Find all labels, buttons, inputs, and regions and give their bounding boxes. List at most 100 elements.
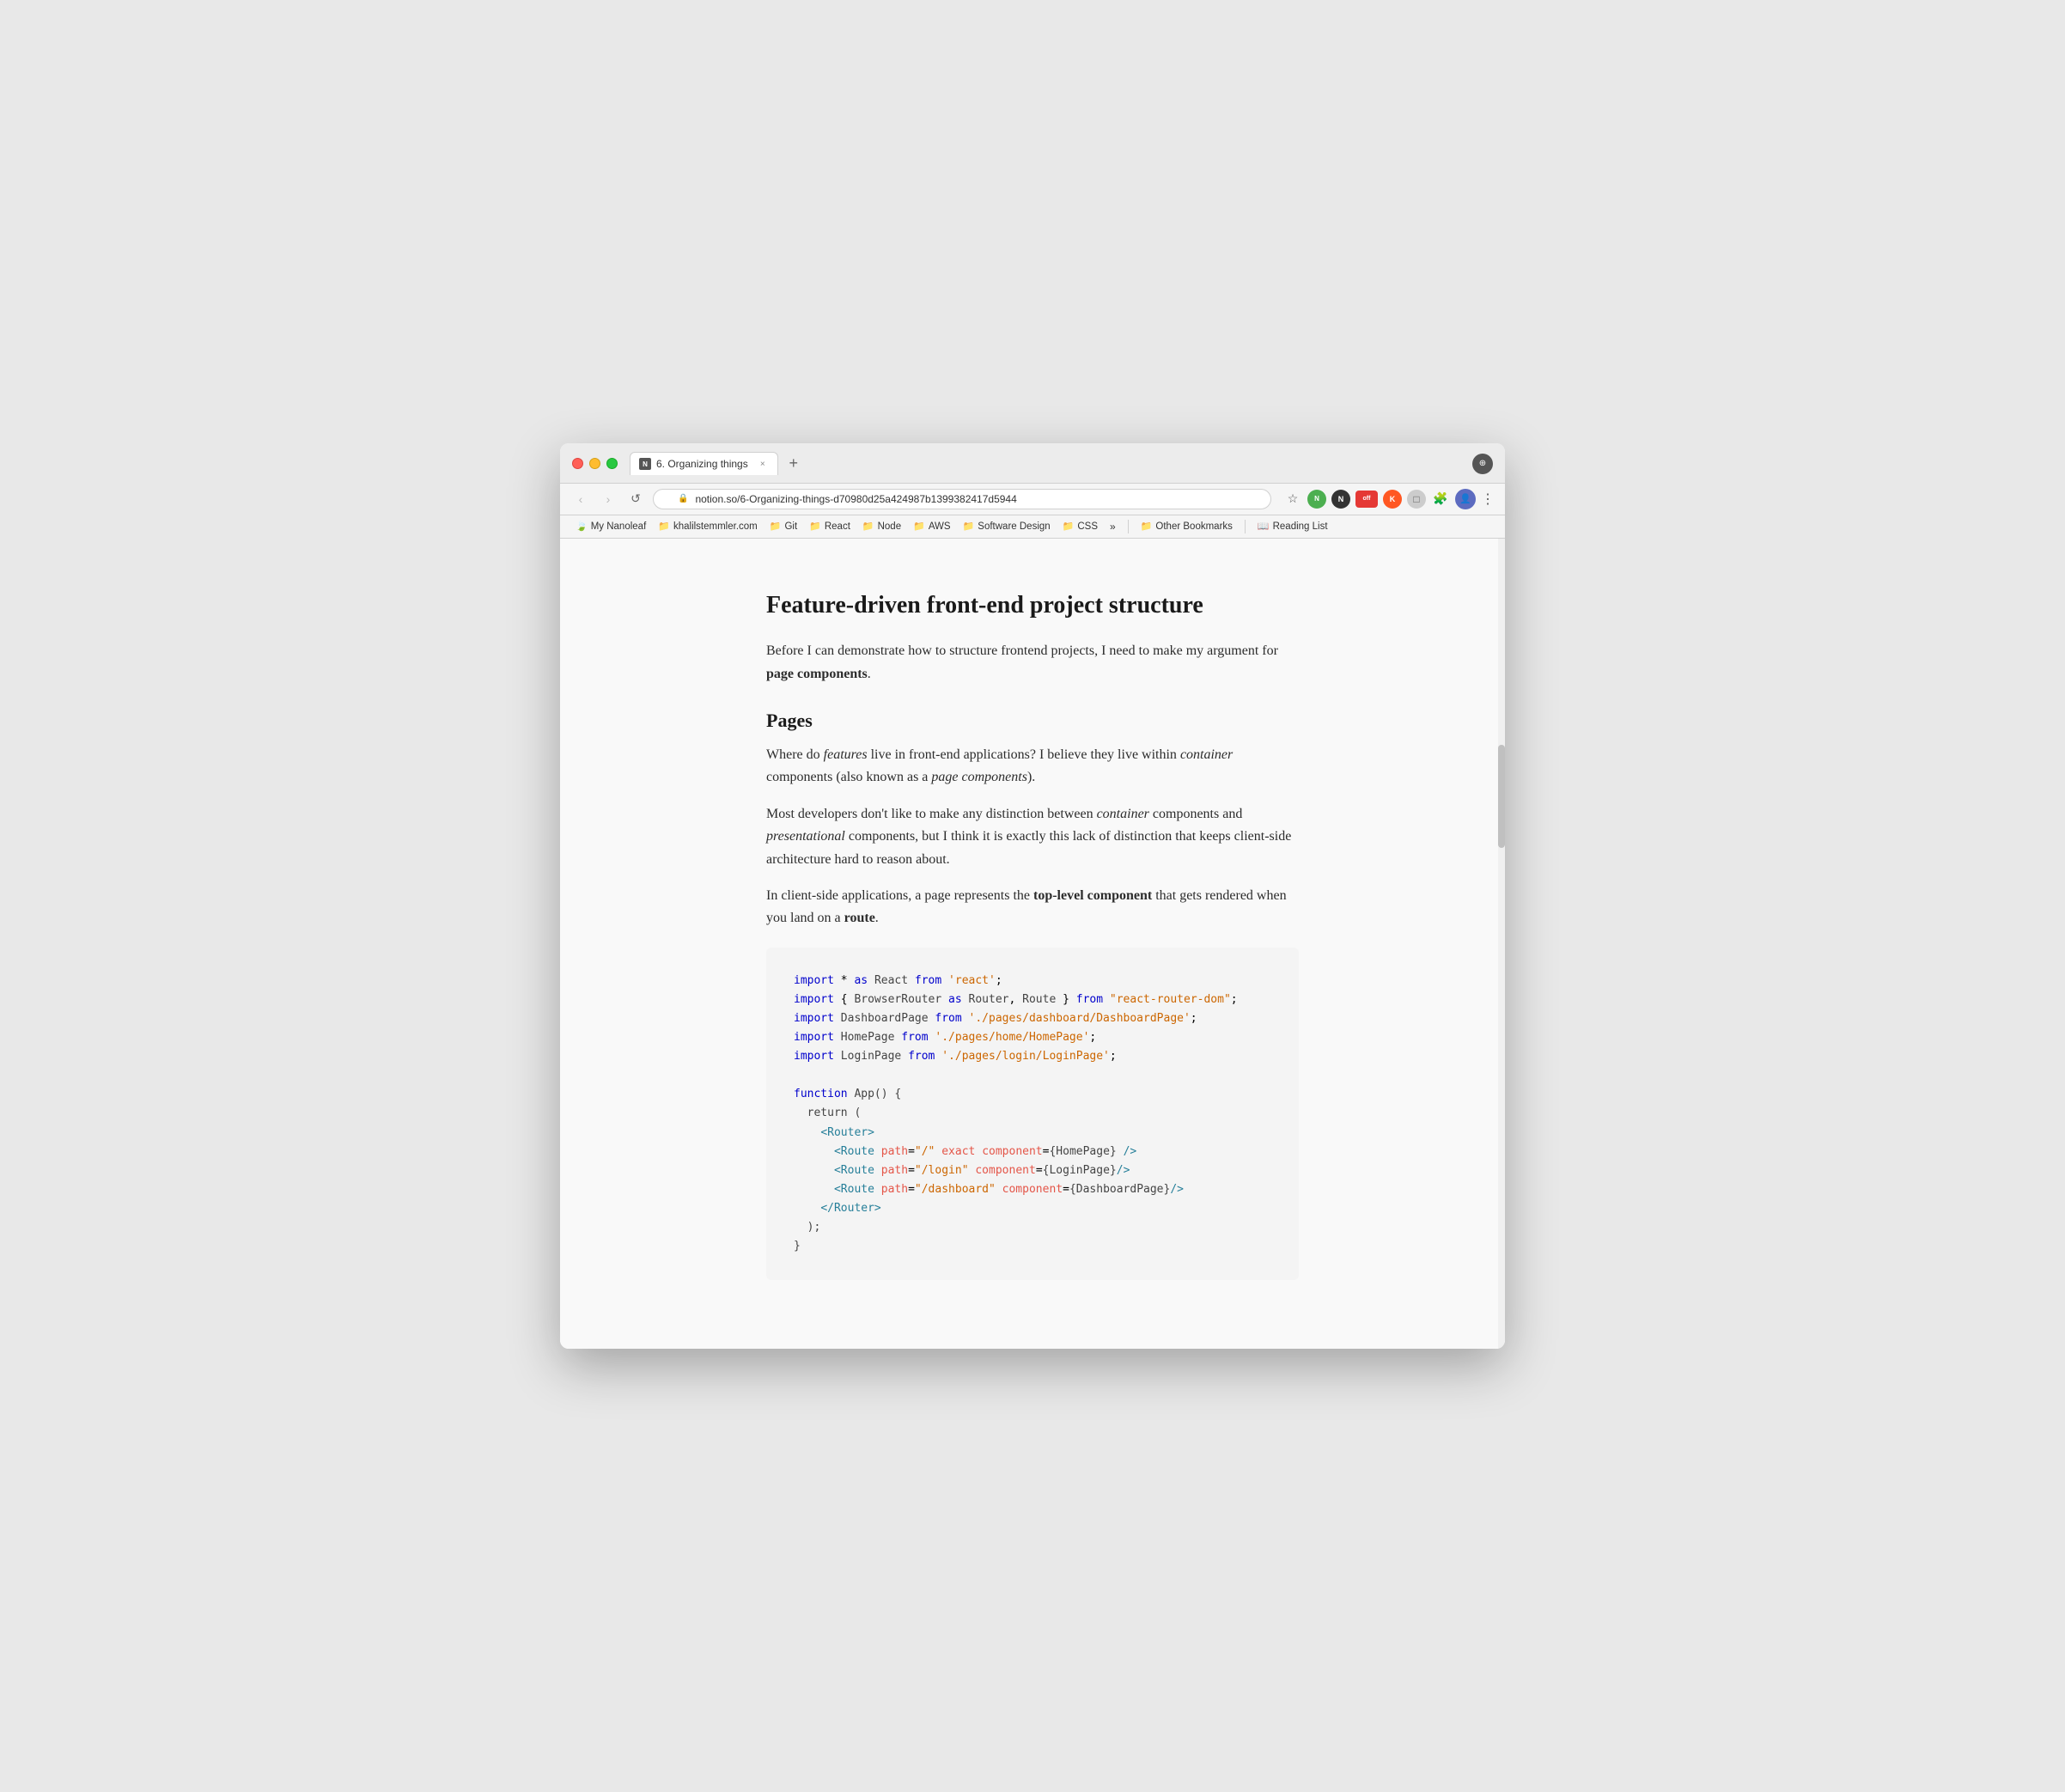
- container-italic-1: container: [1180, 747, 1233, 762]
- scrollbar[interactable]: [1498, 539, 1505, 1349]
- article-content: Feature-driven front-end project structu…: [740, 573, 1325, 1314]
- refresh-button[interactable]: ↺: [625, 489, 646, 509]
- code-line-10: <Route path="/" exact component={HomePag…: [794, 1143, 1271, 1161]
- bookmark-react[interactable]: 📁 React: [804, 519, 856, 533]
- presentational-italic: presentational: [766, 829, 845, 844]
- node-bookmark-icon: 📁: [862, 521, 874, 532]
- bookmark-khalil-label: khalilstemmler.com: [673, 521, 758, 532]
- software-design-bookmark-icon: 📁: [963, 521, 975, 532]
- star-button[interactable]: ☆: [1283, 490, 1302, 509]
- tab-bar: N 6. Organizing things × +: [630, 452, 1472, 476]
- notion-extension-icon[interactable]: N: [1331, 490, 1350, 509]
- page-components-italic: page components: [931, 770, 1027, 784]
- pages-para-1: Where do features live in front-end appl…: [766, 744, 1299, 789]
- git-bookmark-icon: 📁: [770, 521, 782, 532]
- nanoleaf-extension-icon[interactable]: N: [1307, 490, 1326, 509]
- maximize-traffic-light[interactable]: [606, 458, 618, 469]
- code-line-5: import LoginPage from './pages/login/Log…: [794, 1047, 1271, 1066]
- bookmark-other[interactable]: 📁 Other Bookmarks: [1136, 519, 1238, 533]
- bookmarks-overflow-button[interactable]: »: [1105, 519, 1121, 534]
- address-text: notion.so/6-Organizing-things-d70980d25a…: [695, 493, 1016, 505]
- code-line-14: );: [794, 1218, 1271, 1237]
- intro-paragraph: Before I can demonstrate how to structur…: [766, 640, 1299, 686]
- route-bold: route: [844, 911, 875, 925]
- bookmark-css[interactable]: 📁 CSS: [1057, 519, 1103, 533]
- bookmark-software-design[interactable]: 📁 Software Design: [958, 519, 1056, 533]
- nanoleaf-bookmark-icon: 🍃: [576, 521, 588, 532]
- tab-title: 6. Organizing things: [656, 458, 748, 470]
- address-input[interactable]: 🔒 notion.so/6-Organizing-things-d70980d2…: [653, 489, 1271, 509]
- khalil-bookmark-icon: 📁: [658, 521, 670, 532]
- code-line-2: import { BrowserRouter as Router, Route …: [794, 990, 1271, 1009]
- close-traffic-light[interactable]: [572, 458, 583, 469]
- bookmark-node-label: Node: [878, 521, 902, 532]
- bookmark-node[interactable]: 📁 Node: [857, 519, 906, 533]
- container-italic-2: container: [1097, 807, 1149, 821]
- bookmark-nanoleaf[interactable]: 🍃 My Nanoleaf: [570, 519, 651, 533]
- features-italic: features: [824, 747, 868, 762]
- k-extension-icon[interactable]: K: [1383, 490, 1402, 509]
- browser-menu-button[interactable]: ⋮: [1481, 491, 1495, 508]
- bookmark-khalil[interactable]: 📁 khalilstemmler.com: [653, 519, 762, 533]
- window-control-icon: ⊕: [1472, 454, 1493, 474]
- intro-text: Before I can demonstrate how to structur…: [766, 643, 1278, 658]
- address-bar: ‹ › ↺ 🔒 notion.so/6-Organizing-things-d7…: [560, 484, 1505, 515]
- code-line-8: return (: [794, 1104, 1271, 1123]
- tab-favicon: N: [639, 458, 651, 470]
- other-bookmarks-label: Other Bookmarks: [1155, 521, 1232, 532]
- title-bar: N 6. Organizing things × + ⊕: [560, 443, 1505, 484]
- bookmark-aws[interactable]: 📁 AWS: [908, 519, 955, 533]
- code-line-1: import * as React from 'react';: [794, 972, 1271, 990]
- bookmarks-separator-2: [1245, 520, 1246, 533]
- other-bookmarks-icon: 📁: [1141, 521, 1153, 532]
- bookmarks-separator: [1128, 520, 1129, 533]
- react-bookmark-icon: 📁: [809, 521, 821, 532]
- back-button[interactable]: ‹: [570, 489, 591, 509]
- forward-button[interactable]: ›: [598, 489, 618, 509]
- code-line-3: import DashboardPage from './pages/dashb…: [794, 1009, 1271, 1028]
- active-tab[interactable]: N 6. Organizing things ×: [630, 452, 778, 475]
- bookmark-react-label: React: [825, 521, 850, 532]
- bookmarks-bar: 🍃 My Nanoleaf 📁 khalilstemmler.com 📁 Git…: [560, 515, 1505, 539]
- code-content: import * as React from 'react'; import {…: [794, 972, 1271, 1256]
- tab-close-button[interactable]: ×: [757, 458, 769, 470]
- scrollbar-thumb[interactable]: [1498, 745, 1505, 848]
- pages-para-3: In client-side applications, a page repr…: [766, 885, 1299, 930]
- new-tab-button[interactable]: +: [782, 452, 806, 476]
- bookmark-git-label: Git: [784, 521, 797, 532]
- reading-list-label: Reading List: [1273, 521, 1328, 532]
- off-extension-icon[interactable]: off: [1355, 491, 1378, 508]
- article-title: Feature-driven front-end project structu…: [766, 590, 1299, 621]
- extensions-button[interactable]: 🧩: [1431, 490, 1450, 509]
- lock-icon: 🔒: [678, 494, 688, 503]
- code-block: import * as React from 'react'; import {…: [766, 948, 1299, 1280]
- code-line-6: [794, 1066, 1271, 1085]
- toolbar-icons: ☆ N N off K □ 🧩 👤 ⋮: [1283, 489, 1495, 509]
- gray-extension-icon[interactable]: □: [1407, 490, 1426, 509]
- reading-list[interactable]: 📖 Reading List: [1252, 519, 1333, 533]
- aws-bookmark-icon: 📁: [913, 521, 925, 532]
- bookmark-nanoleaf-label: My Nanoleaf: [591, 521, 647, 532]
- code-line-12: <Route path="/dashboard" component={Dash…: [794, 1180, 1271, 1199]
- bookmark-aws-label: AWS: [929, 521, 951, 532]
- browser-window: N 6. Organizing things × + ⊕ ‹ › ↺ 🔒 not…: [560, 443, 1505, 1349]
- content-area: Feature-driven front-end project structu…: [560, 539, 1505, 1349]
- pages-heading: Pages: [766, 710, 1299, 732]
- code-line-13: </Router>: [794, 1199, 1271, 1218]
- code-line-7: function App() {: [794, 1085, 1271, 1104]
- code-line-11: <Route path="/login" component={LoginPag…: [794, 1161, 1271, 1180]
- article-body: Before I can demonstrate how to structur…: [766, 640, 1299, 1280]
- intro-bold: page components: [766, 667, 868, 681]
- code-line-9: <Router>: [794, 1124, 1271, 1143]
- bookmark-git[interactable]: 📁 Git: [764, 519, 802, 533]
- top-level-bold: top-level component: [1033, 888, 1152, 903]
- code-line-15: }: [794, 1237, 1271, 1256]
- pages-para-2: Most developers don't like to make any d…: [766, 803, 1299, 871]
- reading-list-icon: 📖: [1258, 521, 1270, 532]
- traffic-lights: [572, 458, 618, 469]
- user-avatar[interactable]: 👤: [1455, 489, 1476, 509]
- bookmark-css-label: CSS: [1077, 521, 1098, 532]
- code-line-4: import HomePage from './pages/home/HomeP…: [794, 1028, 1271, 1047]
- css-bookmark-icon: 📁: [1063, 521, 1075, 532]
- minimize-traffic-light[interactable]: [589, 458, 600, 469]
